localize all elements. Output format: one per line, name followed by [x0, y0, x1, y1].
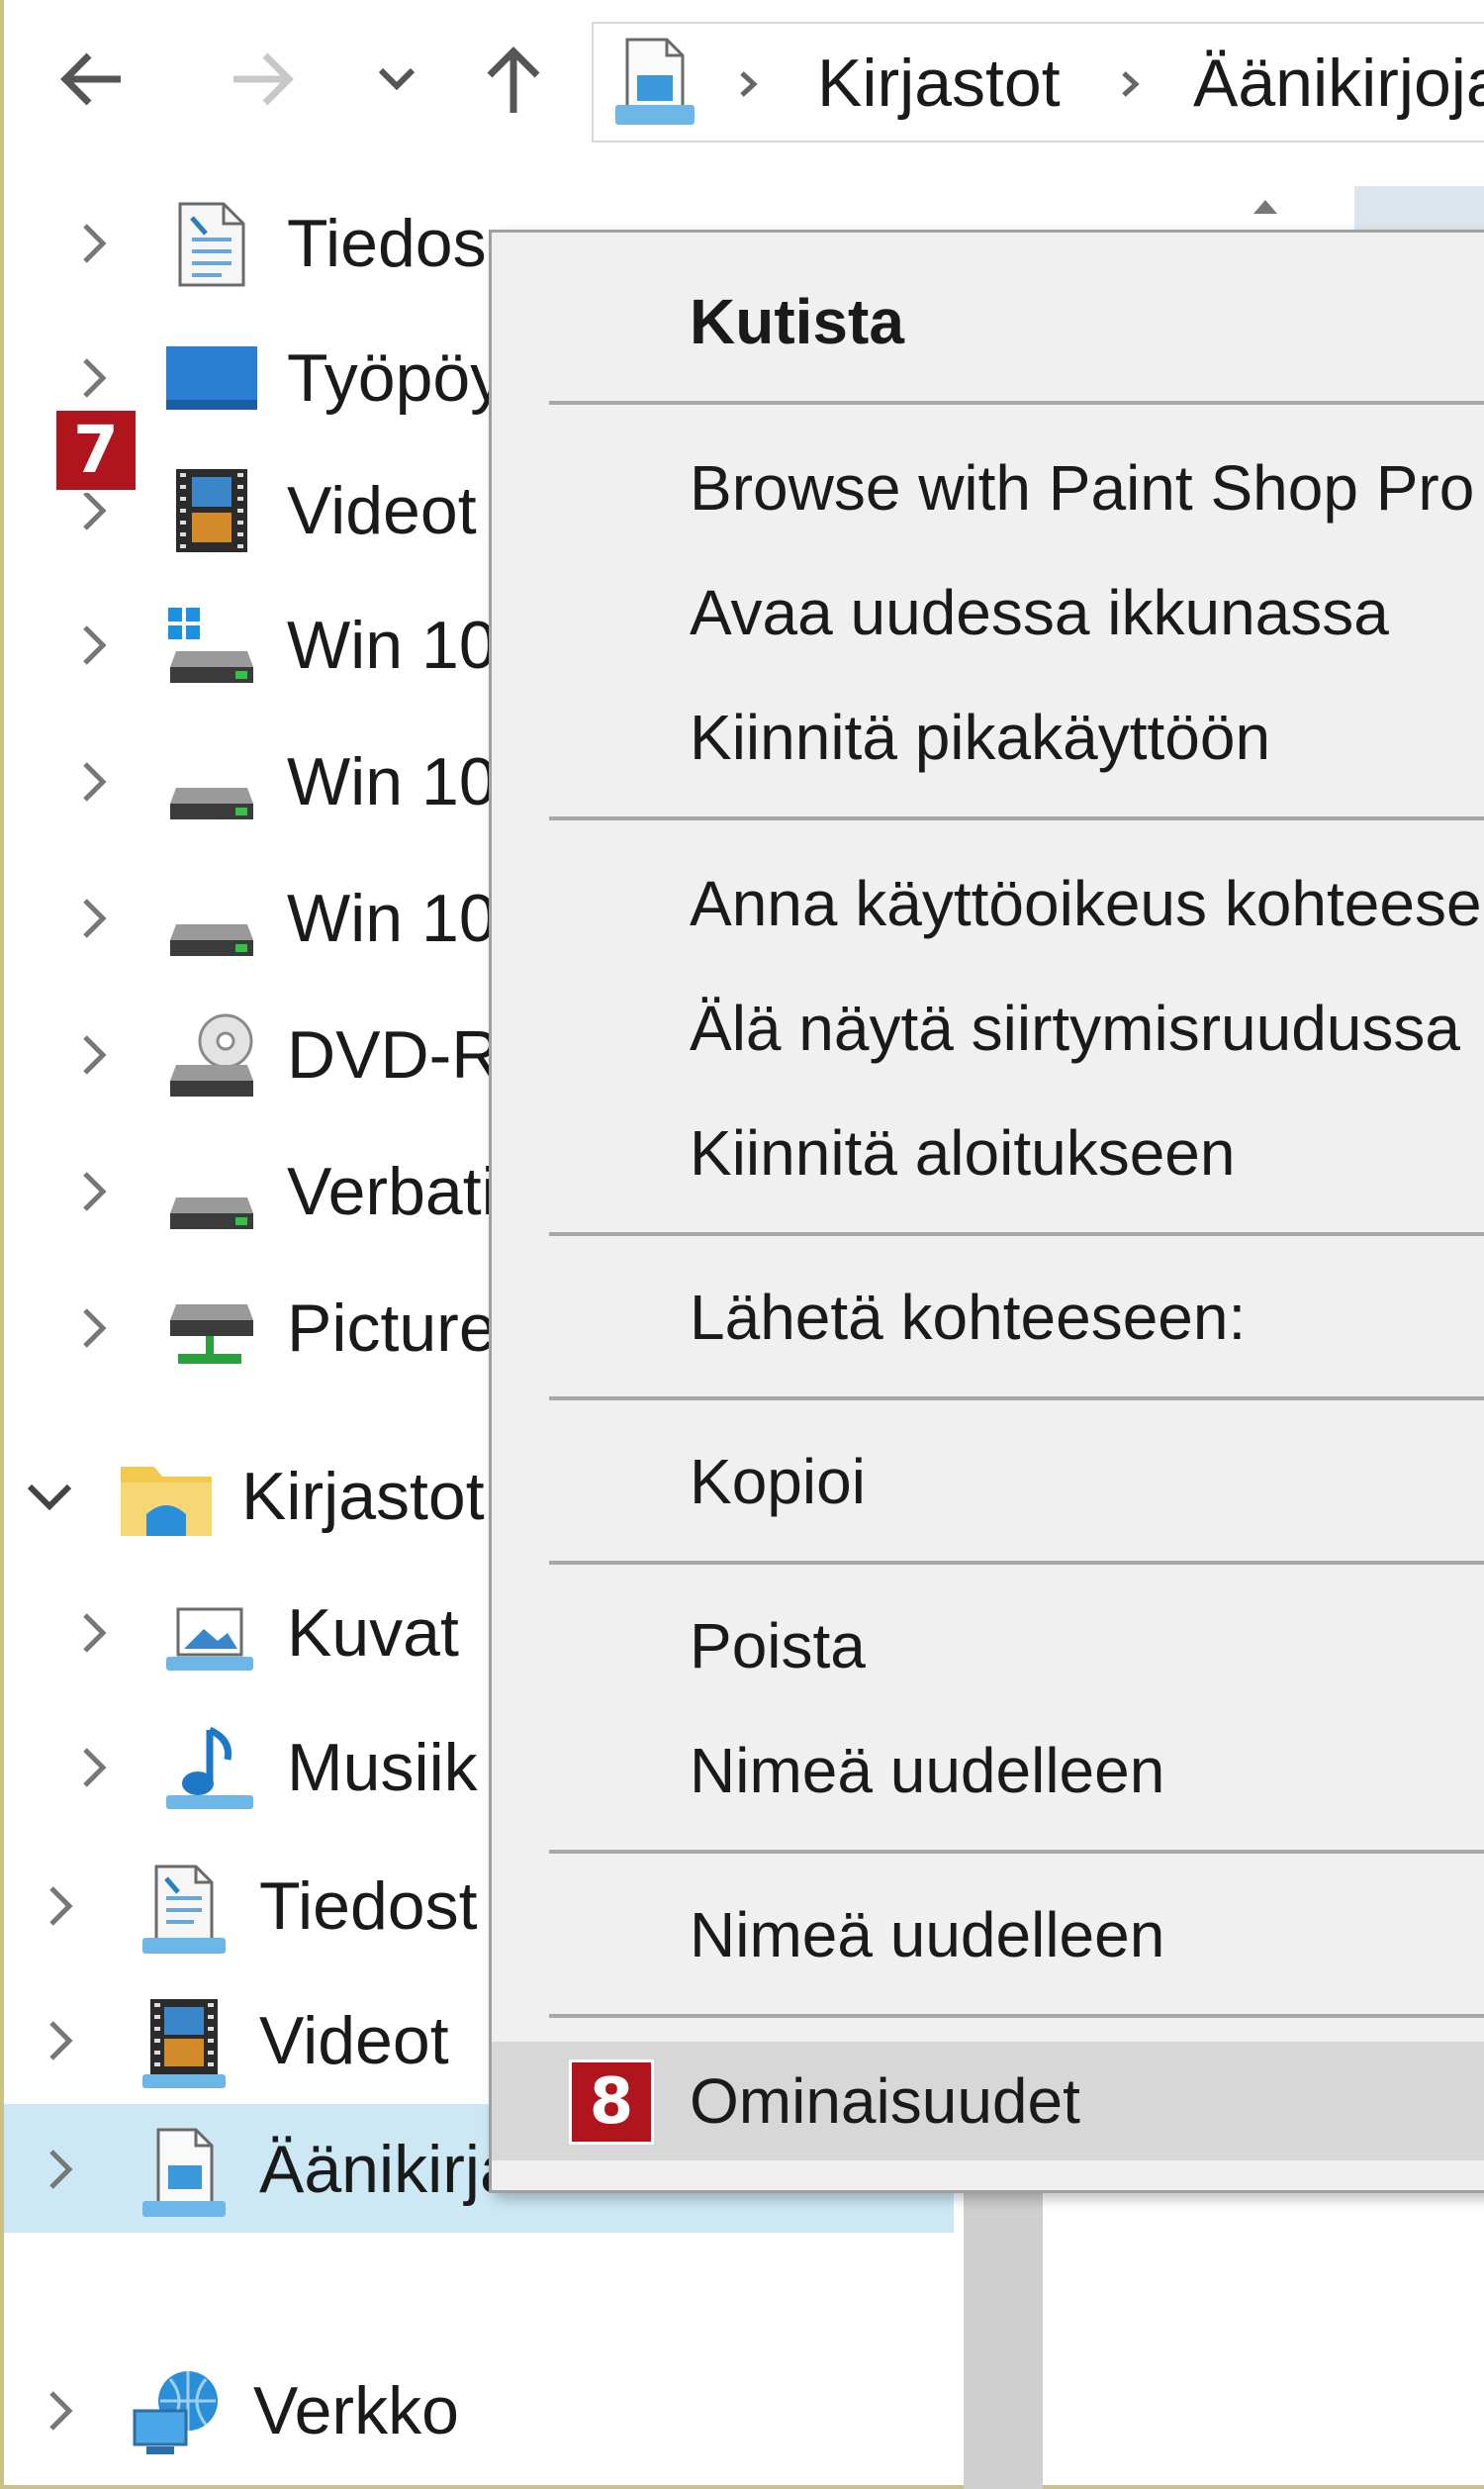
- menu-item-kiinnita-pikakayttoon[interactable]: Kiinnitä pikakäyttöön: [492, 678, 1484, 797]
- menu-item-label: Kiinnitä pikakäyttöön: [690, 702, 1271, 773]
- audiobook-library-icon: [137, 2126, 232, 2226]
- tree-item-label: Työpöy: [287, 340, 505, 416]
- menu-item-browse-paint-shop-pro[interactable]: Browse with Paint Shop Pro: [492, 429, 1484, 547]
- menu-item-label: Poista: [690, 1610, 866, 1681]
- chevron-right-icon[interactable]: [79, 1746, 109, 1794]
- menu-item-avaa-uudessa-ikkunassa[interactable]: Avaa uudessa ikkunassa: [492, 553, 1484, 672]
- breadcrumb-separator-icon: [738, 69, 760, 104]
- menu-item-label: Nimeä uudelleen: [690, 1735, 1165, 1806]
- chevron-right-icon[interactable]: [79, 897, 109, 945]
- document-icon: [172, 200, 251, 294]
- chevron-right-icon[interactable]: [46, 1884, 75, 1933]
- drive-icon: [162, 738, 257, 828]
- tree-item-label: Kirjastot: [241, 1459, 485, 1534]
- menu-item-ominaisuudet[interactable]: 8 Ominaisuudet: [492, 2042, 1484, 2160]
- menu-separator: [549, 1396, 1484, 1400]
- forward-arrow-icon[interactable]: [220, 40, 309, 119]
- drive-icon: [162, 1148, 257, 1238]
- recent-locations-chevron-down-icon[interactable]: [352, 40, 441, 119]
- explorer-window: Kirjastot Äänikirjoja Tiedos Työpöy Vide…: [0, 0, 1484, 2489]
- menu-item-label: Browse with Paint Shop Pro: [690, 452, 1475, 524]
- chevron-right-icon[interactable]: [46, 2389, 75, 2438]
- menu-item-label: Kutista: [690, 286, 904, 357]
- menu-separator: [549, 1850, 1484, 1854]
- tree-item-label: DVD-R: [287, 1017, 501, 1093]
- menu-item-label: Avaa uudessa ikkunassa: [690, 577, 1389, 648]
- chevron-right-icon[interactable]: [79, 1170, 109, 1218]
- address-bar[interactable]: Kirjastot Äänikirjoja: [592, 22, 1484, 143]
- tree-item-label: Verbati: [287, 1154, 497, 1229]
- menu-item-label: Nimeä uudelleen: [690, 1899, 1165, 1970]
- tree-item-label: Videot: [259, 2003, 449, 2078]
- tree-item-label: Kuvat: [287, 1595, 459, 1671]
- tree-item-label: Musiik: [287, 1730, 478, 1805]
- chevron-right-icon[interactable]: [46, 2019, 75, 2067]
- chevron-right-icon[interactable]: [46, 2148, 75, 2196]
- menu-item-kopioi[interactable]: Kopioi: [492, 1422, 1484, 1541]
- up-arrow-icon[interactable]: [469, 40, 558, 119]
- menu-item-laheta-kohteeseen[interactable]: Lähetä kohteeseen:: [492, 1258, 1484, 1377]
- menu-item-label: Älä näytä siirtymisruudussa: [690, 993, 1460, 1064]
- menu-separator: [549, 401, 1484, 405]
- context-menu: Kutista Browse with Paint Shop Pro Avaa …: [489, 230, 1484, 2193]
- breadcrumb-kirjastot[interactable]: Kirjastot: [817, 49, 1061, 117]
- scrollbar[interactable]: [964, 2187, 1043, 2489]
- menu-item-kiinnita-aloitukseen[interactable]: Kiinnitä aloitukseen: [492, 1094, 1484, 1212]
- video-icon: [174, 467, 249, 559]
- tree-item-label: Verkko: [253, 2373, 459, 2448]
- chevron-right-icon[interactable]: [79, 760, 109, 809]
- menu-separator: [549, 2014, 1484, 2018]
- chevron-down-icon[interactable]: [26, 1481, 73, 1515]
- document-icon: [137, 1863, 232, 1962]
- menu-item-label: Ominaisuudet: [690, 2065, 1080, 2137]
- chevron-right-icon[interactable]: [79, 489, 109, 537]
- pictures-icon: [162, 1589, 257, 1679]
- menu-item-kutista[interactable]: Kutista: [492, 262, 1484, 381]
- breadcrumb-aanikirjoja[interactable]: Äänikirjoja: [1193, 49, 1484, 117]
- desktop-icon: [164, 344, 259, 419]
- back-arrow-icon[interactable]: [46, 40, 135, 119]
- drive-icon: [162, 875, 257, 965]
- navigation-bar: Kirjastot Äänikirjoja: [4, 0, 1484, 158]
- windows-drive-icon: [162, 602, 257, 692]
- video-icon: [140, 1997, 228, 2097]
- tree-item-label: Win 10: [287, 881, 497, 956]
- tree-item-label: Tiedos: [287, 206, 487, 281]
- menu-item-label: Kiinnitä aloitukseen: [690, 1117, 1236, 1189]
- menu-separator: [549, 1561, 1484, 1565]
- chevron-right-icon[interactable]: [79, 1033, 109, 1082]
- menu-item-nimea-uudelleen-2[interactable]: Nimeä uudelleen: [492, 1875, 1484, 1994]
- chevron-right-icon[interactable]: [79, 1611, 109, 1660]
- network-drive-icon: [162, 1285, 257, 1379]
- tree-item-label: Win 10: [287, 608, 497, 683]
- breadcrumb-separator-icon: [1120, 69, 1142, 104]
- tree-item-verkko[interactable]: Verkko: [4, 2345, 954, 2474]
- tree-item-label: Picture: [287, 1291, 497, 1366]
- tree-item-label: Tiedost: [259, 1868, 478, 1944]
- menu-separator: [549, 816, 1484, 820]
- menu-item-label: Anna käyttöoikeus kohteeseen: [690, 868, 1484, 939]
- audiobook-library-icon: [609, 36, 698, 136]
- callout-badge-8: 8: [569, 2059, 654, 2145]
- menu-item-nimea-uudelleen[interactable]: Nimeä uudelleen: [492, 1711, 1484, 1830]
- tree-item-label: Win 10: [287, 744, 497, 819]
- menu-item-anna-kayttooikeus[interactable]: Anna käyttöoikeus kohteeseen: [492, 844, 1484, 963]
- menu-separator: [549, 1232, 1484, 1236]
- chevron-right-icon[interactable]: [79, 356, 109, 405]
- menu-item-label: Kopioi: [690, 1446, 866, 1517]
- chevron-right-icon[interactable]: [79, 623, 109, 672]
- chevron-right-icon[interactable]: [79, 1306, 109, 1355]
- libraries-icon: [117, 1453, 216, 1547]
- network-icon: [131, 2367, 230, 2467]
- music-icon: [162, 1724, 257, 1818]
- dvd-drive-icon: [162, 1011, 257, 1105]
- menu-item-label: Lähetä kohteeseen:: [690, 1282, 1247, 1353]
- menu-item-ala-nayta-siirtymisruudussa[interactable]: Älä näytä siirtymisruudussa: [492, 969, 1484, 1088]
- menu-item-poista[interactable]: Poista: [492, 1586, 1484, 1705]
- scroll-up-arrow-icon[interactable]: [1246, 186, 1285, 226]
- tree-item-label: Videot: [287, 473, 477, 548]
- chevron-right-icon[interactable]: [79, 222, 109, 270]
- callout-badge-7: 7: [53, 408, 139, 493]
